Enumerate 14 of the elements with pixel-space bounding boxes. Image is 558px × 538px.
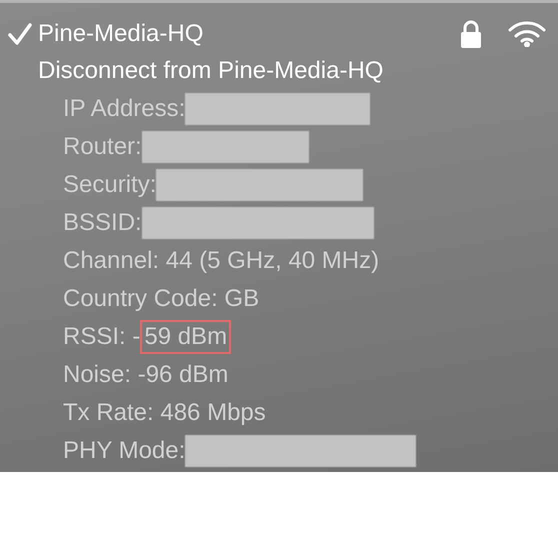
detail-text: Country Code: GB xyxy=(63,285,260,313)
network-name[interactable]: Pine-Media-HQ xyxy=(38,20,460,48)
detail-label: Security: xyxy=(63,171,156,199)
wifi-icon xyxy=(508,21,546,47)
detail-text: Noise: -96 dBm xyxy=(63,361,228,389)
detail-label: BSSID: xyxy=(63,209,142,237)
detail-label: IP Address: xyxy=(63,95,186,123)
detail-text: Channel: 44 (5 GHz, 40 MHz) xyxy=(63,247,380,275)
detail-label: RSSI: - xyxy=(63,323,140,351)
highlighted-value: 59 dBm xyxy=(140,320,232,354)
disconnect-item[interactable]: Disconnect from Pine-Media-HQ xyxy=(0,52,558,90)
detail-text: Tx Rate: 486 Mbps xyxy=(63,399,266,427)
detail-label: Router: xyxy=(63,133,142,161)
detail-label: PHY Mode: xyxy=(63,437,186,465)
